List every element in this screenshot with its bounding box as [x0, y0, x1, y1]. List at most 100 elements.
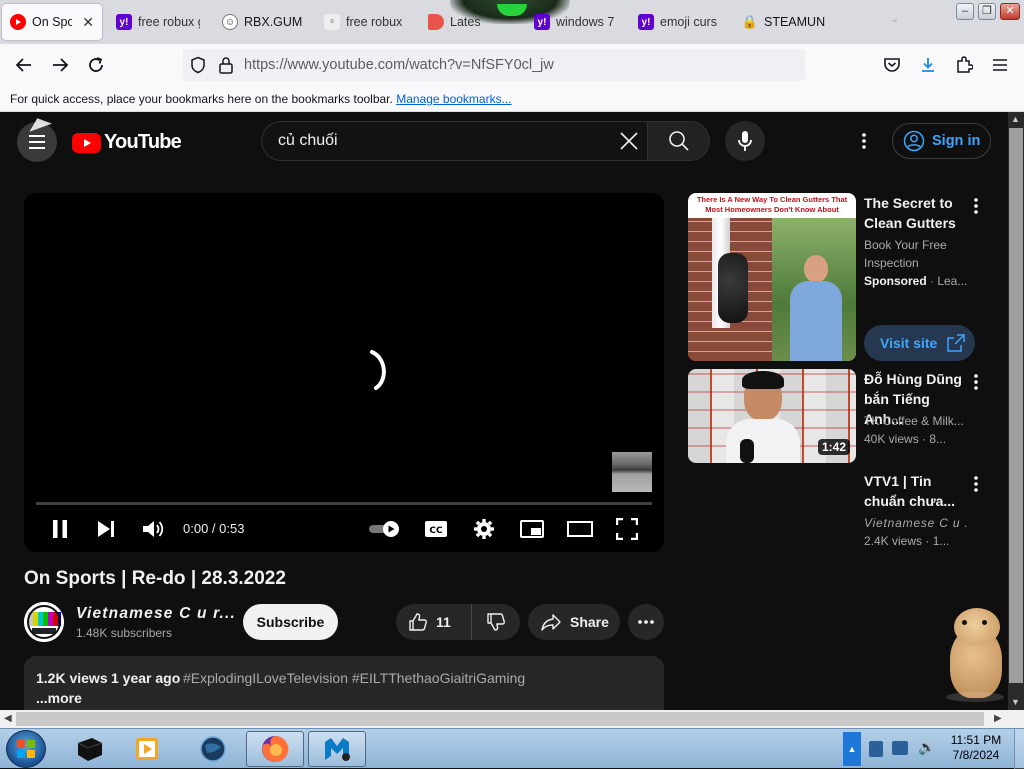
puzzle-icon	[957, 56, 973, 73]
maximize-window-button[interactable]: ❐	[978, 3, 996, 20]
autoplay-toggle[interactable]	[367, 516, 403, 542]
video-menu-button-2[interactable]	[966, 473, 986, 495]
sign-in-button[interactable]: Sign in	[892, 123, 991, 159]
manage-bookmarks-link[interactable]: Manage bookmarks...	[396, 92, 511, 106]
reload-button[interactable]	[83, 52, 109, 78]
taskbar-app-malwarebytes[interactable]	[308, 731, 366, 767]
tab-title: Lates	[450, 15, 481, 29]
forward-button[interactable]	[47, 52, 73, 78]
video-channel-2[interactable]: Vietnamese C u ...	[864, 514, 968, 532]
channel-name[interactable]: Vietnamese C u r...	[76, 605, 236, 623]
close-window-button[interactable]: ✕	[1000, 3, 1020, 20]
search-query-text[interactable]: củ chuối	[278, 132, 338, 150]
horizontal-scroll-thumb[interactable]	[16, 712, 984, 726]
mute-button[interactable]	[140, 516, 166, 542]
vertical-scroll-thumb[interactable]	[1009, 128, 1023, 683]
upload-age: 1 year ago	[111, 670, 181, 686]
youtube-wordmark: YouTube	[104, 131, 182, 153]
pause-button[interactable]	[48, 516, 72, 542]
scroll-up-arrow-icon[interactable]: ▲	[1011, 114, 1020, 124]
thumbs-up-icon	[409, 613, 427, 631]
dislike-button[interactable]	[472, 604, 520, 640]
tray-volume-icon[interactable]: 🔊	[918, 739, 935, 756]
tab-free-robux-search[interactable]: ≡ free robux	[316, 4, 416, 40]
ad-menu-button[interactable]	[966, 195, 986, 217]
like-button[interactable]: 11	[396, 604, 472, 640]
subscribe-button[interactable]: Subscribe	[243, 604, 338, 640]
ad-thumbnail[interactable]: There Is A New Way To Clean Gutters That…	[688, 193, 856, 361]
tab-steamunlocked[interactable]: 🔒 STEAMUNL	[734, 4, 834, 40]
scroll-down-arrow-icon[interactable]: ▼	[1011, 697, 1020, 707]
progress-bar[interactable]	[36, 502, 652, 505]
theater-mode-icon	[567, 521, 593, 537]
tab-title: free robux	[346, 15, 403, 29]
visit-site-button[interactable]: Visit site	[864, 325, 975, 361]
theater-mode-button[interactable]	[567, 516, 593, 542]
media-player-icon	[136, 738, 158, 760]
show-more-button[interactable]: ...more	[36, 690, 82, 706]
voice-search-button[interactable]	[725, 121, 765, 161]
show-desktop-button[interactable]	[1014, 729, 1024, 769]
bookmarks-toolbar: For quick access, place your bookmarks h…	[0, 86, 1024, 112]
start-button[interactable]	[6, 730, 46, 768]
thumbs-down-icon	[487, 613, 505, 631]
vertical-dots-icon	[974, 374, 978, 390]
tab-rbx-gum[interactable]: ☺ RBX.GUM	[214, 4, 314, 40]
hashtags[interactable]: #ExplodingILoveTelevision #EILTThethaoGi…	[183, 670, 525, 686]
show-hidden-icons-button[interactable]: ▲	[843, 732, 861, 766]
tray-action-center-icon[interactable]	[869, 741, 883, 757]
tray-network-icon[interactable]	[892, 741, 908, 755]
tab-windows-7[interactable]: y! windows 7	[526, 4, 626, 40]
video-menu-button-1[interactable]	[966, 371, 986, 393]
scroll-left-arrow-icon[interactable]: ◀	[4, 713, 12, 724]
taskbar-app-firefox[interactable]	[246, 731, 304, 767]
settings-button[interactable]	[472, 516, 496, 542]
miniplayer-button[interactable]	[519, 516, 545, 542]
taskbar-app-media-player[interactable]	[118, 731, 176, 767]
clear-search-icon[interactable]	[618, 130, 640, 152]
volume-icon	[143, 521, 164, 537]
shield-icon[interactable]	[189, 56, 207, 74]
tab-list-chevron-icon[interactable]: ⌄	[890, 12, 899, 25]
subtitles-button[interactable]: CC	[424, 516, 448, 542]
description-box[interactable]: 1.2K views 1 year ago #ExplodingILoveTel…	[24, 656, 664, 712]
like-count: 11	[436, 614, 451, 630]
video-title-1-line1[interactable]: Đỗ Hùng Dũng	[864, 369, 968, 389]
video-channel-1[interactable]: TK Coffee & Milk...	[864, 412, 968, 430]
minimize-window-button[interactable]: –	[956, 3, 974, 20]
system-clock[interactable]: 11:51 PM 7/8/2024	[940, 733, 1012, 763]
back-button[interactable]	[11, 52, 37, 78]
settings-more-button[interactable]	[852, 129, 876, 153]
search-button[interactable]	[647, 121, 710, 161]
ad-title-line1[interactable]: The Secret to	[864, 193, 968, 213]
ad-title-line2[interactable]: Clean Gutters	[864, 213, 968, 233]
globe-icon	[200, 736, 226, 762]
video-title-2-line2[interactable]: chuẩn chưa...	[864, 491, 968, 511]
player-jersey-image	[726, 419, 800, 463]
tab-latest[interactable]: Lates	[420, 4, 500, 40]
next-button[interactable]	[94, 516, 118, 542]
time-display: 0:00 / 0:53	[183, 521, 245, 536]
taskbar-app-globe[interactable]	[184, 731, 242, 767]
video-title-2-line1[interactable]: VTV1 | Tin	[864, 471, 968, 491]
url-text[interactable]: https://www.youtube.com/watch?v=NfSFY0cl…	[244, 57, 554, 73]
extensions-button[interactable]	[951, 52, 977, 78]
scroll-right-arrow-icon[interactable]: ▶	[994, 713, 1002, 724]
video-player[interactable]: 0:00 / 0:53 CC	[24, 193, 664, 552]
more-actions-button[interactable]	[628, 604, 664, 640]
fullscreen-button[interactable]	[615, 516, 639, 542]
downloads-button[interactable]	[915, 52, 941, 78]
app-menu-button[interactable]	[987, 52, 1013, 78]
tab-emoji-cursor[interactable]: y! emoji curs	[630, 4, 730, 40]
pocket-button[interactable]	[879, 52, 905, 78]
tab-close-icon[interactable]: ✕	[82, 14, 94, 31]
tab-on-sports[interactable]: On Spor ✕	[2, 4, 102, 40]
channel-avatar[interactable]	[24, 602, 64, 642]
lock-icon[interactable]	[218, 56, 234, 74]
tab-free-robux[interactable]: y! free robux g	[108, 4, 208, 40]
player-hair-image	[742, 371, 784, 389]
vertical-dots-icon	[974, 198, 978, 214]
youtube-logo[interactable]: YouTube	[72, 131, 182, 154]
share-button[interactable]: Share	[528, 604, 620, 640]
taskbar-app-cube[interactable]	[60, 731, 118, 767]
